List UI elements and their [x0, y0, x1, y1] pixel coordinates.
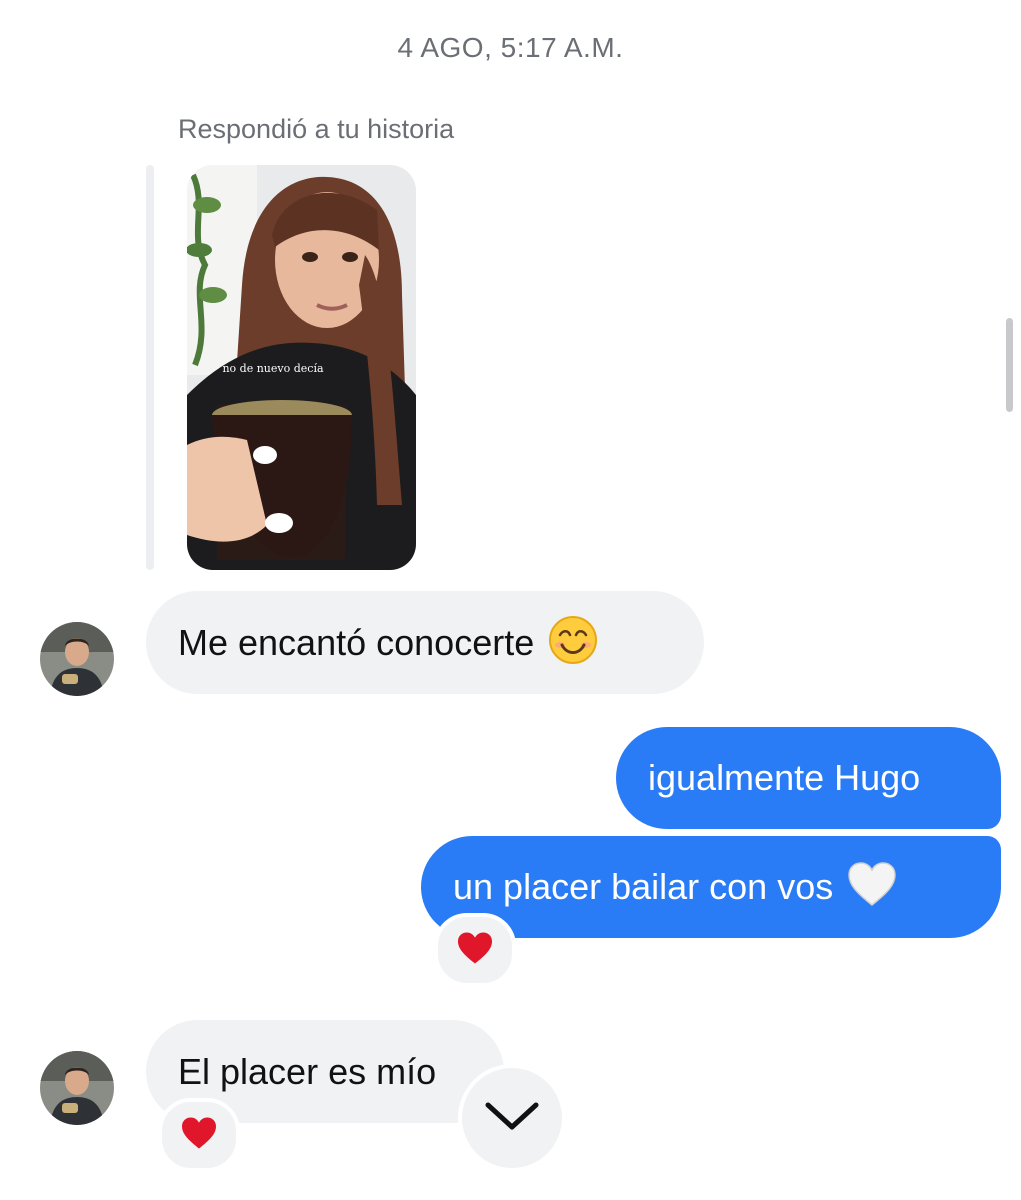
message-text: Me encantó conocerte [178, 621, 535, 663]
story-reply-bar [146, 165, 154, 570]
message-timestamp: 4 AGO, 5:17 A.M. [397, 32, 624, 63]
red-heart-icon [180, 1116, 218, 1155]
avatar-photo [40, 1051, 114, 1125]
chat-screen: 4 AGO, 5:17 A.M. Respondió a tu historia [0, 0, 1021, 1200]
contact-avatar[interactable] [40, 622, 114, 696]
smiling-face-icon [548, 615, 598, 671]
chevron-down-icon [484, 1099, 540, 1138]
outgoing-message-bubble[interactable]: igualmente Hugo [616, 727, 1001, 829]
scrollbar-thumb[interactable] [1006, 318, 1013, 412]
story-overlay-text: no de nuevo decía [222, 362, 323, 375]
story-reply-caption: Respondió a tu historia [178, 114, 455, 144]
white-heart-icon [847, 861, 897, 913]
message-text: El placer es mío [178, 1050, 437, 1092]
message-reaction[interactable] [158, 1098, 240, 1172]
message-text: igualmente Hugo [648, 757, 921, 798]
contact-avatar[interactable] [40, 1051, 114, 1125]
incoming-message-bubble[interactable]: Me encantó conocerte [146, 591, 704, 694]
red-heart-icon [456, 931, 494, 970]
avatar-photo [40, 622, 114, 696]
message-reaction[interactable] [434, 913, 516, 987]
outgoing-message-bubble[interactable]: un placer bailar con vos [421, 836, 1001, 938]
story-thumbnail[interactable]: no de nuevo decía [187, 165, 416, 570]
story-photo: no de nuevo decía [187, 165, 416, 570]
scroll-to-bottom-button[interactable] [458, 1064, 566, 1172]
message-text: un placer bailar con vos [453, 866, 834, 907]
